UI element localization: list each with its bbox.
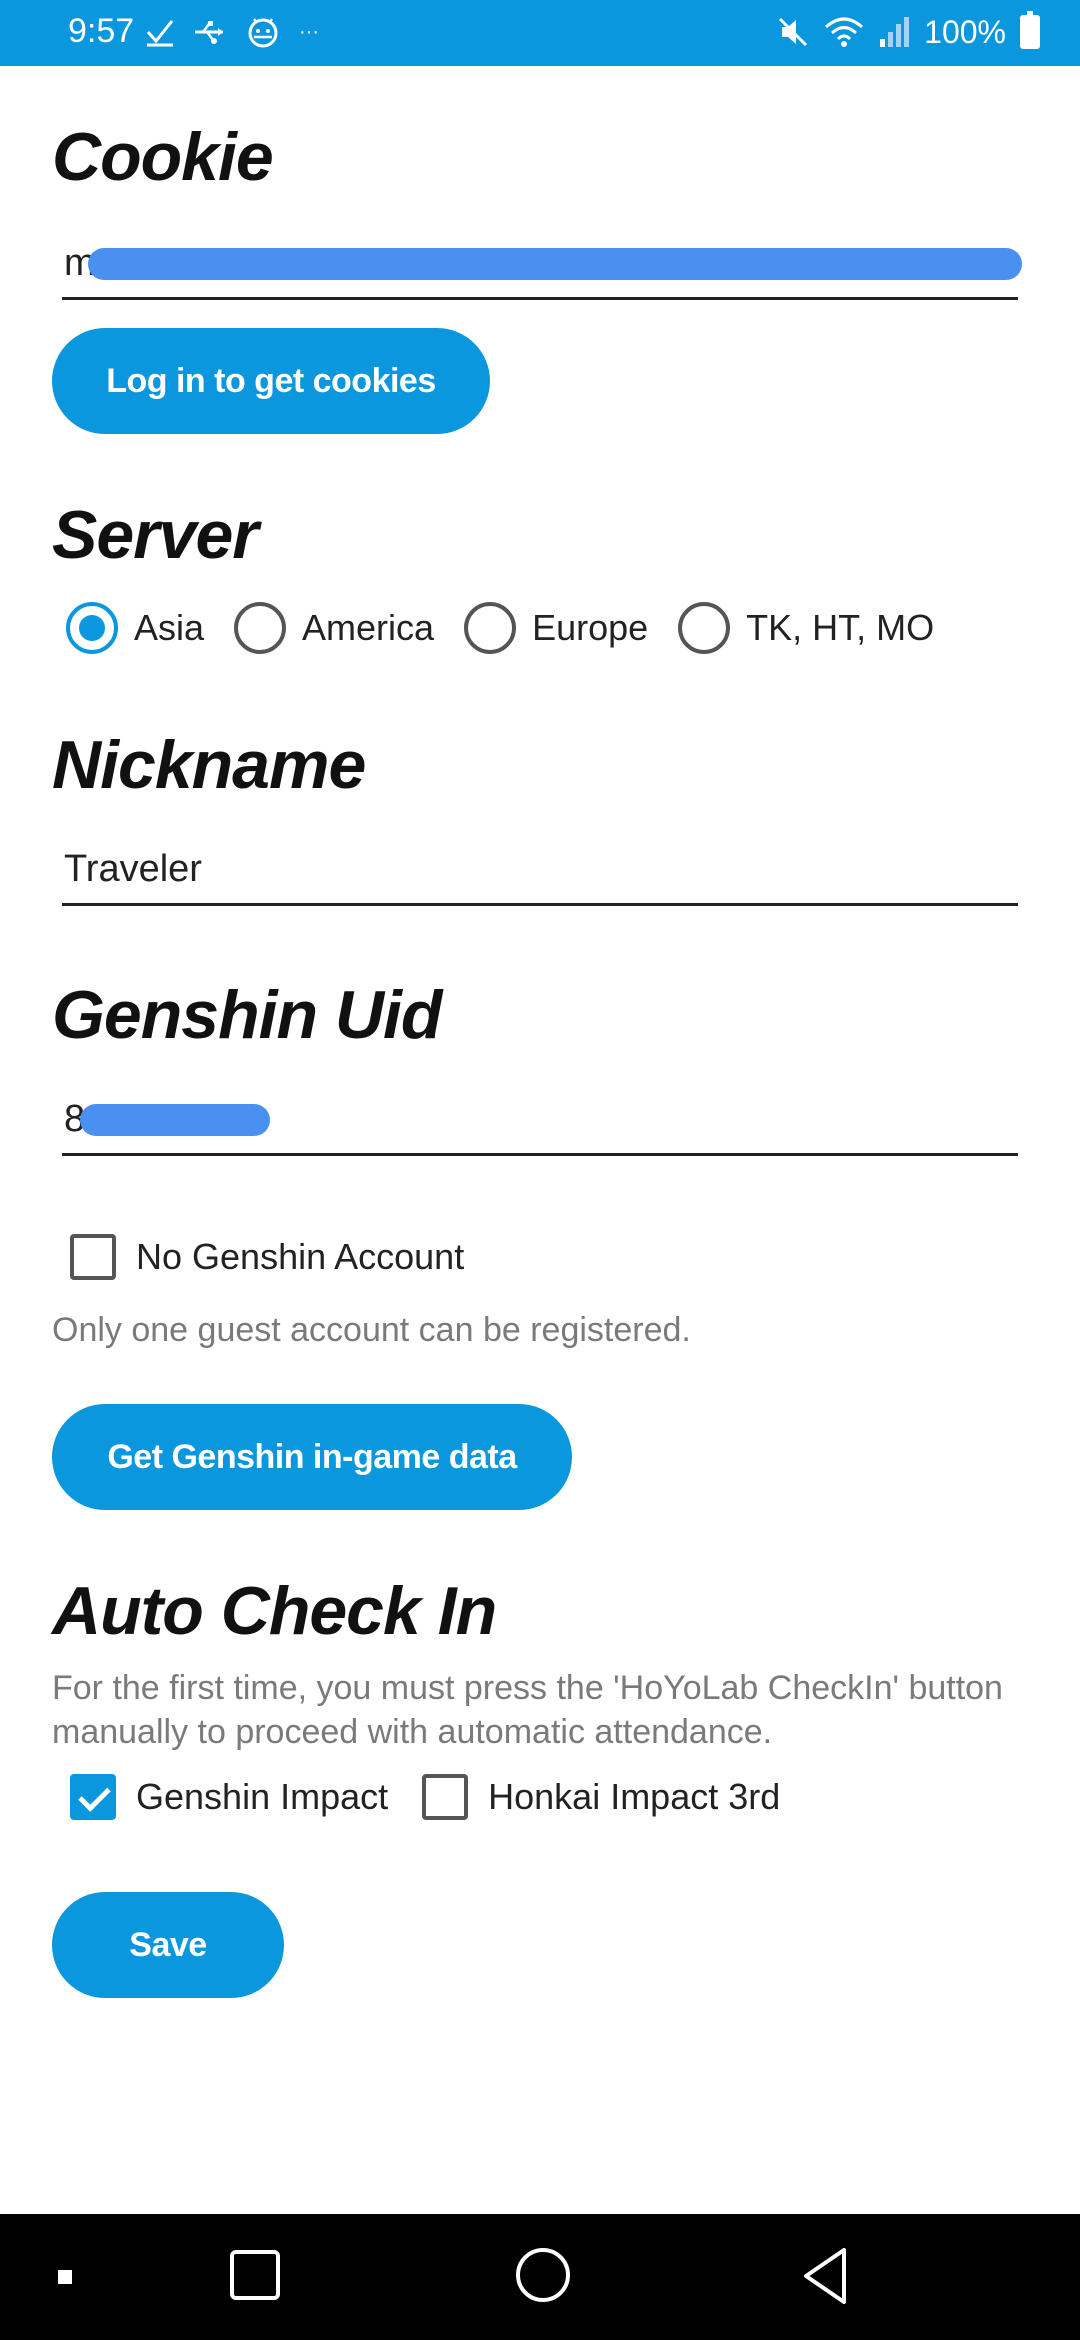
status-left-icons: ··· [145, 12, 319, 52]
status-right-icons: 100% [776, 10, 1040, 54]
no-genshin-account-checkbox[interactable] [70, 1234, 116, 1280]
get-ingame-data-button[interactable]: Get Genshin in-game data [52, 1404, 572, 1510]
radio-tk-ht-mo[interactable] [678, 602, 731, 654]
server-heading: Server [52, 497, 259, 573]
uid-heading: Genshin Uid [52, 977, 442, 1053]
status-bar: 9:57 ··· 100% [0, 0, 1080, 66]
home-icon[interactable] [516, 2248, 570, 2302]
redaction-overlay [80, 1104, 270, 1136]
genshin-impact-checkbox[interactable] [70, 1774, 116, 1820]
back-icon[interactable] [800, 2246, 850, 2306]
guest-helper-text: Only one guest account can be registered… [52, 1311, 691, 1349]
more-icon: ··· [299, 20, 319, 43]
auto-checkin-options: Genshin Impact Honkai Impact 3rd [70, 1774, 814, 1820]
mute-icon [779, 17, 808, 47]
cookie-heading: Cookie [52, 119, 274, 195]
radio-asia[interactable] [66, 602, 118, 654]
radio-label-tk-ht-mo[interactable]: TK, HT, MO [746, 607, 934, 649]
login-cookie-button[interactable]: Log in to get cookies [52, 328, 490, 434]
signal-icon [880, 17, 910, 47]
no-genshin-account-label[interactable]: No Genshin Account [136, 1236, 464, 1278]
radio-label-europe[interactable]: Europe [532, 607, 648, 649]
redaction-overlay [88, 248, 1022, 280]
status-time: 9:57 [68, 12, 135, 50]
navigation-bar [0, 2214, 1080, 2340]
battery-percent: 100% [924, 13, 1006, 50]
no-genshin-account-row[interactable]: No Genshin Account [70, 1234, 498, 1280]
genshin-impact-label[interactable]: Genshin Impact [136, 1776, 388, 1818]
server-radio-group: Asia America Europe TK, HT, MO [66, 602, 964, 654]
save-button[interactable]: Save [52, 1892, 284, 1998]
nickname-input[interactable]: Traveler [62, 836, 1018, 906]
android-debug-icon [248, 18, 278, 48]
radio-europe[interactable] [464, 602, 517, 654]
honkai-impact-label[interactable]: Honkai Impact 3rd [488, 1776, 780, 1818]
nickname-heading: Nickname [52, 727, 366, 803]
nav-dot-icon [58, 2270, 72, 2284]
wifi-icon [825, 17, 864, 47]
battery-icon [1020, 11, 1040, 49]
auto-checkin-heading: Auto Check In [52, 1573, 497, 1649]
honkai-impact-checkbox[interactable] [422, 1774, 469, 1820]
check-icon [146, 20, 174, 47]
nickname-value: Traveler [64, 848, 202, 890]
radio-label-america[interactable]: America [302, 607, 434, 649]
usb-icon [195, 21, 223, 44]
radio-america[interactable] [234, 602, 287, 654]
recent-apps-icon[interactable] [230, 2250, 280, 2300]
auto-checkin-helper-text: For the first time, you must press the '… [52, 1669, 1003, 1751]
radio-label-asia[interactable]: Asia [134, 607, 204, 649]
